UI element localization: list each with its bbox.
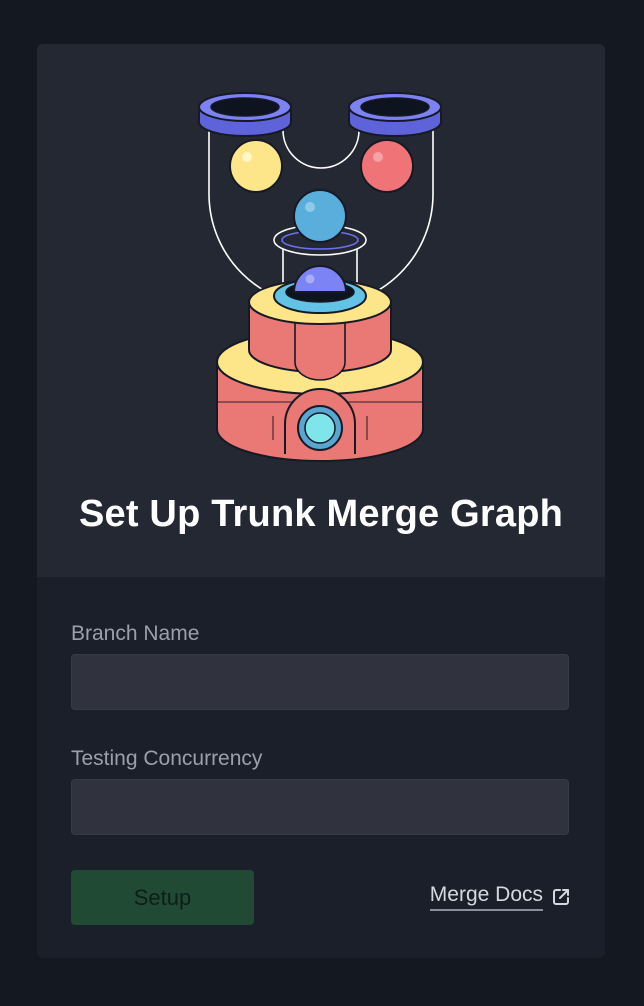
- merge-docs-label: Merge Docs: [429, 882, 543, 911]
- branch-name-input[interactable]: [71, 654, 569, 710]
- hero-panel: Set Up Trunk Merge Graph: [37, 44, 605, 577]
- page-title: Set Up Trunk Merge Graph: [78, 493, 564, 535]
- testing-concurrency-input[interactable]: [71, 779, 569, 835]
- testing-concurrency-label: Testing Concurrency: [71, 747, 263, 770]
- merge-docs-link[interactable]: Merge Docs: [429, 882, 571, 911]
- merge-setup-card: Set Up Trunk Merge Graph Branch Name Tes…: [37, 44, 605, 958]
- merge-graph-illustration: [198, 92, 442, 462]
- setup-button[interactable]: Setup: [71, 870, 254, 925]
- external-link-icon: [553, 888, 569, 905]
- branch-name-label: Branch Name: [71, 622, 200, 645]
